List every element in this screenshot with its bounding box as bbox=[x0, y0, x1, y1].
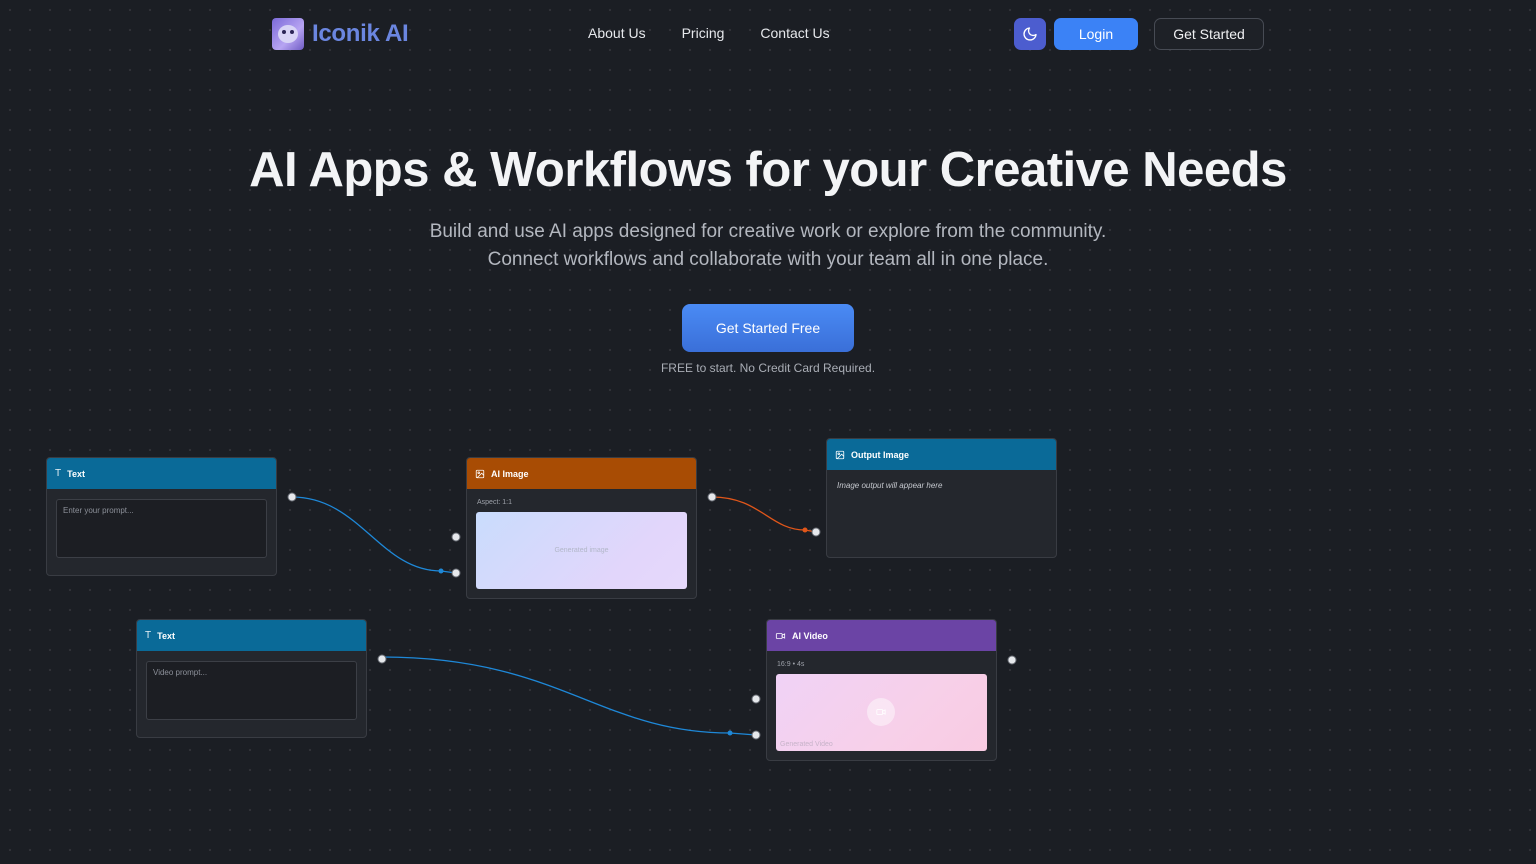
video-camera-icon bbox=[775, 632, 786, 639]
text-node-prompt[interactable]: T Text Enter your prompt... bbox=[46, 457, 277, 576]
text-node-video-prompt[interactable]: T Text Video prompt... bbox=[136, 619, 367, 738]
port-handle bbox=[751, 694, 761, 704]
port-handle bbox=[287, 492, 297, 502]
node-title: AI Video bbox=[792, 630, 828, 641]
wire-text-to-video bbox=[381, 656, 757, 736]
nav-pricing-link[interactable]: Pricing bbox=[682, 25, 725, 41]
hero-title: AI Apps & Workflows for your Creative Ne… bbox=[249, 143, 1287, 197]
node-title: Text bbox=[67, 468, 85, 479]
output-image-node[interactable]: Output Image Image output will appear he… bbox=[826, 438, 1057, 558]
get-started-free-button[interactable]: Get Started Free bbox=[682, 304, 854, 352]
moon-icon bbox=[1023, 27, 1037, 41]
login-button[interactable]: Login bbox=[1054, 18, 1138, 50]
ai-video-node[interactable]: AI Video 16:9 • 4s Generated Video bbox=[766, 619, 997, 761]
theme-toggle-button[interactable] bbox=[1014, 18, 1046, 50]
wire-dot bbox=[802, 527, 808, 533]
text-type-icon: T bbox=[55, 468, 62, 479]
node-header[interactable]: AI Video bbox=[767, 620, 996, 651]
wire-dot bbox=[438, 568, 444, 574]
wire-text-to-image bbox=[291, 496, 457, 574]
node-header[interactable]: AI Image bbox=[467, 458, 696, 489]
nav-links: About Us Pricing Contact Us bbox=[588, 25, 830, 41]
node-title: Output Image bbox=[851, 449, 909, 460]
cta-note: FREE to start. No Credit Card Required. bbox=[660, 361, 876, 375]
node-title: Text bbox=[157, 630, 175, 641]
port-handle bbox=[451, 568, 461, 578]
video-prompt-input[interactable]: Video prompt... bbox=[146, 661, 357, 720]
preview-label: Generated Video bbox=[780, 741, 833, 748]
hero-subtitle: Build and use AI apps designed for creat… bbox=[0, 218, 1536, 274]
port-handle bbox=[1007, 655, 1017, 665]
node-title: AI Image bbox=[491, 468, 529, 479]
top-nav: Iconik AI About Us Pricing Contact Us Lo… bbox=[0, 0, 1536, 68]
brand-logo[interactable]: Iconik AI bbox=[272, 18, 409, 50]
nav-about-link[interactable]: About Us bbox=[588, 25, 646, 41]
video-format-label: 16:9 • 4s bbox=[777, 661, 805, 668]
video-camera-icon bbox=[867, 698, 895, 726]
prompt-input[interactable]: Enter your prompt... bbox=[56, 499, 267, 558]
brand-name: Iconik AI bbox=[312, 20, 409, 47]
aspect-ratio-label: Aspect: 1:1 bbox=[477, 499, 513, 506]
port-handle bbox=[811, 527, 821, 537]
ai-image-node[interactable]: AI Image Aspect: 1:1 Generated image bbox=[466, 457, 697, 599]
node-header[interactable]: Output Image bbox=[827, 439, 1056, 470]
wire-dot bbox=[727, 730, 733, 736]
robot-mascot-icon bbox=[272, 18, 304, 50]
port-handle bbox=[751, 730, 761, 740]
image-icon bbox=[835, 450, 845, 459]
port-handle bbox=[377, 654, 387, 664]
preview-label: Generated image bbox=[554, 547, 609, 554]
output-placeholder: Image output will appear here bbox=[837, 481, 943, 490]
image-icon bbox=[475, 469, 485, 478]
generated-video-preview: Generated Video bbox=[776, 674, 987, 751]
get-started-button[interactable]: Get Started bbox=[1154, 18, 1264, 50]
node-header[interactable]: T Text bbox=[137, 620, 366, 651]
text-type-icon: T bbox=[145, 630, 152, 641]
generated-image-preview: Generated image bbox=[476, 512, 687, 589]
hero-subtitle-line-2: Connect workflows and collaborate with y… bbox=[487, 249, 1049, 270]
port-handle bbox=[451, 532, 461, 542]
node-header[interactable]: T Text bbox=[47, 458, 276, 489]
hero-subtitle-line-1: Build and use AI apps designed for creat… bbox=[429, 221, 1107, 242]
wire-image-to-output bbox=[711, 496, 817, 533]
nav-contact-link[interactable]: Contact Us bbox=[760, 25, 829, 41]
port-handle bbox=[707, 492, 717, 502]
